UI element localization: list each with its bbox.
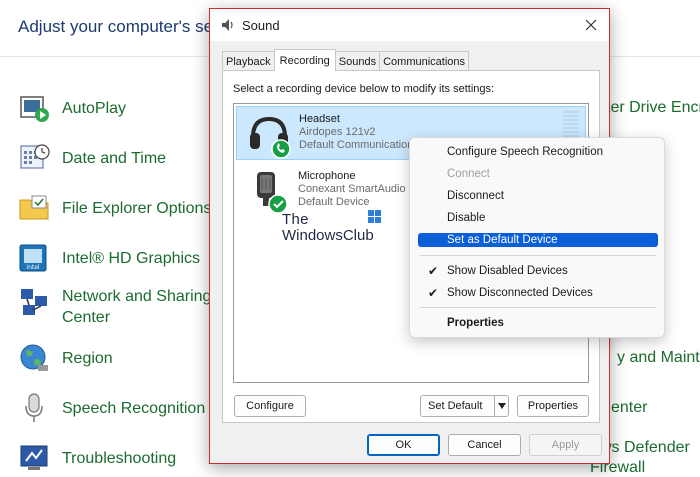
device-name: Headset <box>299 113 340 125</box>
cp-item-intel-graphics[interactable]: intel Intel® HD Graphics <box>18 238 200 278</box>
menu-show-disconnected-label: Show Disconnected Devices <box>447 287 593 299</box>
tab-playback[interactable]: Playback <box>222 51 275 71</box>
cp-right-defender[interactable]: ws Defender <box>600 437 690 458</box>
svg-text:intel: intel <box>26 264 40 271</box>
cp-label-network-sharing-line2: Center <box>62 309 111 326</box>
set-default-dropdown[interactable] <box>494 396 508 416</box>
menu-disconnect[interactable]: Disconnect <box>418 188 658 204</box>
cp-item-autoplay[interactable]: AutoPlay <box>18 88 126 128</box>
menu-configure-speech[interactable]: Configure Speech Recognition <box>418 144 658 160</box>
device-model: Conexant SmartAudio HD <box>298 183 425 195</box>
cp-right-security-maintenance[interactable]: y and Mainte <box>617 347 700 368</box>
tab-strip: Playback Recording Sounds Communications <box>222 49 470 71</box>
windows-logo-icon <box>368 210 381 223</box>
speaker-icon <box>222 19 233 31</box>
menu-show-disconnected[interactable]: ✔ Show Disconnected Devices <box>418 285 658 301</box>
device-name: Microphone <box>298 170 356 182</box>
checkmark-icon: ✔ <box>428 264 439 278</box>
menu-disable[interactable]: Disable <box>418 210 658 226</box>
set-default-label: Set Default <box>428 400 483 412</box>
cp-label-autoplay: AutoPlay <box>62 99 127 117</box>
cp-item-file-explorer-options[interactable]: File Explorer Options <box>18 188 211 228</box>
cp-label-intel-graphics: Intel® HD Graphics <box>62 249 201 267</box>
intel-graphics-icon: intel <box>19 244 47 272</box>
cp-right-center[interactable]: enter <box>611 397 647 418</box>
cp-item-troubleshooting[interactable]: Troubleshooting <box>18 438 176 477</box>
instruction-text: Select a recording device below to modif… <box>233 83 495 95</box>
headset-icon <box>250 116 291 159</box>
cp-item-network-sharing[interactable]: Network and Sharing Center <box>18 286 211 330</box>
properties-button[interactable]: Properties <box>517 395 589 417</box>
chevron-down-icon <box>497 403 506 409</box>
folder-options-icon <box>19 195 49 220</box>
close-icon <box>585 19 597 31</box>
tab-communications[interactable]: Communications <box>379 51 470 71</box>
microphone-device-icon <box>257 172 288 214</box>
cp-item-region[interactable]: Region <box>18 338 113 378</box>
microphone-icon <box>25 393 43 422</box>
autoplay-icon <box>20 96 49 122</box>
device-status: Default Device <box>298 196 370 208</box>
apply-button[interactable]: Apply <box>529 434 602 456</box>
date-time-icon <box>20 144 50 169</box>
watermark: The WindowsClub <box>282 210 381 244</box>
set-default-button[interactable]: Set Default <box>420 395 509 417</box>
cp-item-speech-recognition[interactable]: Speech Recognition <box>18 388 205 428</box>
cp-label-network-sharing: Network and Sharing <box>62 288 212 305</box>
tab-sounds[interactable]: Sounds <box>334 51 381 71</box>
cancel-button[interactable]: Cancel <box>448 434 521 456</box>
cp-item-date-time[interactable]: Date and Time <box>18 138 166 178</box>
troubleshooting-icon <box>20 445 48 470</box>
menu-show-disabled-label: Show Disabled Devices <box>447 265 568 277</box>
checkmark-icon: ✔ <box>428 286 439 300</box>
dialog-titlebar[interactable]: Sound <box>210 9 609 41</box>
watermark-line1: The <box>282 211 309 228</box>
cp-label-region: Region <box>62 349 113 367</box>
control-panel-header: Adjust your computer's sett <box>18 17 223 36</box>
network-icon <box>21 289 47 315</box>
menu-connect[interactable]: Connect <box>418 166 658 182</box>
close-button[interactable] <box>579 13 603 37</box>
region-globe-icon <box>20 344 48 371</box>
device-model: Airdopes 121v2 <box>299 126 376 138</box>
menu-properties[interactable]: Properties <box>418 315 658 331</box>
menu-show-disabled[interactable]: ✔ Show Disabled Devices <box>418 263 658 279</box>
cp-right-drive-encryption[interactable]: ter Drive Encry <box>606 97 700 118</box>
cp-label-file-explorer-options: File Explorer Options <box>62 199 212 217</box>
dialog-title: Sound <box>242 18 280 33</box>
menu-separator <box>420 255 656 256</box>
watermark-line2: WindowsClub <box>282 227 374 244</box>
ok-button[interactable]: OK <box>367 434 440 456</box>
tab-recording[interactable]: Recording <box>273 49 336 71</box>
configure-button[interactable]: Configure <box>234 395 306 417</box>
device-context-menu: Configure Speech Recognition Connect Dis… <box>409 137 665 338</box>
cp-label-troubleshooting: Troubleshooting <box>62 449 177 467</box>
cp-label-speech-recognition: Speech Recognition <box>62 399 206 417</box>
menu-set-default-device[interactable]: Set as Default Device <box>418 233 658 247</box>
menu-separator <box>420 307 656 308</box>
cp-label-date-time: Date and Time <box>62 149 167 167</box>
